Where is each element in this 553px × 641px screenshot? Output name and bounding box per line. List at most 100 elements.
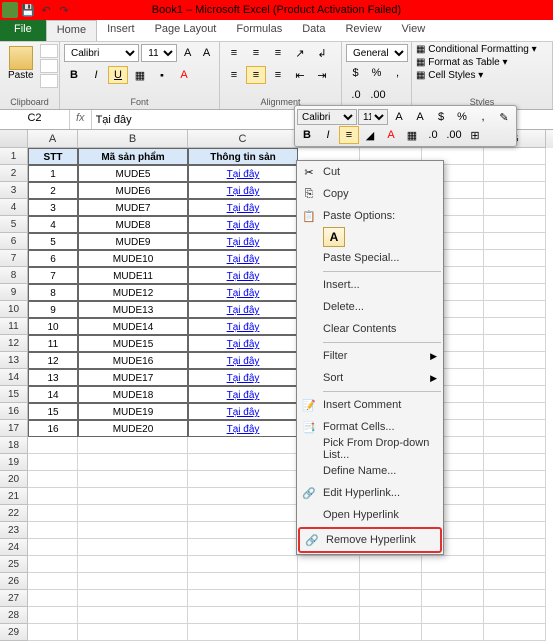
cell-hyperlink[interactable]: Tại đây (188, 216, 298, 233)
cell-hyperlink[interactable]: Tại đây (188, 233, 298, 250)
header-cell-stt[interactable]: STT (28, 148, 78, 165)
cell-product-code[interactable]: MUDE17 (78, 369, 188, 386)
cell-product-code[interactable]: MUDE10 (78, 250, 188, 267)
cell-product-code[interactable]: MUDE11 (78, 267, 188, 284)
cell-stt[interactable]: 7 (28, 267, 78, 284)
row-header[interactable]: 17 (0, 420, 28, 437)
mini-fill-icon[interactable]: ◢ (360, 126, 380, 144)
align-right-icon[interactable]: ≡ (268, 66, 288, 84)
number-format-select[interactable]: General (346, 44, 408, 62)
mini-merge-icon[interactable]: ⊞ (465, 126, 485, 144)
tab-insert[interactable]: Insert (97, 20, 145, 41)
cell-product-code[interactable]: MUDE9 (78, 233, 188, 250)
tab-review[interactable]: Review (335, 20, 391, 41)
row-header[interactable]: 9 (0, 284, 28, 301)
comma-icon[interactable]: , (388, 64, 407, 82)
tab-home[interactable]: Home (46, 20, 97, 41)
font-size-select[interactable]: 11 (141, 44, 177, 62)
cell-stt[interactable]: 13 (28, 369, 78, 386)
tab-view[interactable]: View (392, 20, 436, 41)
bold-button[interactable]: B (64, 66, 84, 84)
orientation-icon[interactable]: ↗ (290, 44, 310, 62)
mini-border-icon[interactable]: ▦ (402, 126, 422, 144)
menu-open-hyperlink[interactable]: Open Hyperlink (297, 504, 443, 526)
mini-bold-icon[interactable]: B (297, 126, 317, 144)
percent-icon[interactable]: % (367, 64, 386, 82)
cell-stt[interactable]: 14 (28, 386, 78, 403)
row-header[interactable]: 29 (0, 624, 28, 641)
tab-file[interactable]: File (0, 20, 46, 41)
cell-styles-button[interactable]: ▦ Cell Styles ▾ (416, 70, 548, 81)
underline-button[interactable]: U (108, 66, 128, 84)
tab-data[interactable]: Data (292, 20, 335, 41)
align-center-icon[interactable]: ≡ (246, 66, 266, 84)
cell-hyperlink[interactable]: Tại đây (188, 369, 298, 386)
cell-stt[interactable]: 11 (28, 335, 78, 352)
cell-product-code[interactable]: MUDE19 (78, 403, 188, 420)
mini-shrink-font-icon[interactable]: A (410, 108, 430, 126)
cell-product-code[interactable]: MUDE18 (78, 386, 188, 403)
save-icon[interactable]: 💾 (20, 2, 36, 18)
mini-format-painter-icon[interactable]: ✎ (494, 108, 514, 126)
redo-icon[interactable]: ↷ (56, 2, 72, 18)
row-header[interactable]: 5 (0, 216, 28, 233)
fill-color-button[interactable]: 🞍 (152, 66, 172, 84)
paste-button[interactable]: Paste (4, 44, 38, 97)
format-as-table-button[interactable]: ▦ Format as Table ▾ (416, 57, 548, 68)
cell-stt[interactable]: 15 (28, 403, 78, 420)
cell-hyperlink[interactable]: Tại đây (188, 318, 298, 335)
row-header[interactable]: 7 (0, 250, 28, 267)
menu-insert-comment[interactable]: 📝Insert Comment (297, 394, 443, 416)
row-header[interactable]: 2 (0, 165, 28, 182)
decrease-indent-icon[interactable]: ⇤ (290, 66, 310, 84)
row-header[interactable]: 25 (0, 556, 28, 573)
cell-stt[interactable]: 10 (28, 318, 78, 335)
excel-icon[interactable] (2, 2, 18, 18)
row-header[interactable]: 26 (0, 573, 28, 590)
increase-decimal-icon[interactable]: .0 (346, 86, 366, 104)
menu-filter[interactable]: Filter▶ (297, 345, 443, 367)
row-header[interactable]: 24 (0, 539, 28, 556)
border-button[interactable]: ▦ (130, 66, 150, 84)
mini-size-select[interactable]: 11 (358, 109, 388, 125)
header-cell-product[interactable]: Mã sản phẩm (78, 148, 188, 165)
cell-stt[interactable]: 16 (28, 420, 78, 437)
cell-product-code[interactable]: MUDE13 (78, 301, 188, 318)
cell-stt[interactable]: 5 (28, 233, 78, 250)
cell-stt[interactable]: 6 (28, 250, 78, 267)
menu-pick-dropdown[interactable]: Pick From Drop-down List... (297, 438, 443, 460)
cell-hyperlink[interactable]: Tại đây (188, 386, 298, 403)
cell-product-code[interactable]: MUDE20 (78, 420, 188, 437)
col-header-C[interactable]: C (188, 130, 298, 148)
row-header[interactable]: 14 (0, 369, 28, 386)
cell-stt[interactable]: 3 (28, 199, 78, 216)
row-header[interactable]: 10 (0, 301, 28, 318)
cell-hyperlink[interactable]: Tại đây (188, 267, 298, 284)
cell-product-code[interactable]: MUDE14 (78, 318, 188, 335)
row-header[interactable]: 8 (0, 267, 28, 284)
mini-decimal2-icon[interactable]: .00 (444, 126, 464, 144)
mini-font-color-icon[interactable]: A (381, 126, 401, 144)
row-header[interactable]: 18 (0, 437, 28, 454)
cell-hyperlink[interactable]: Tại đây (188, 420, 298, 437)
row-header[interactable]: 11 (0, 318, 28, 335)
cell-product-code[interactable]: MUDE5 (78, 165, 188, 182)
align-bottom-icon[interactable]: ≡ (268, 44, 288, 62)
wrap-text-icon[interactable]: ↲ (312, 44, 332, 62)
name-box[interactable]: C2 (0, 110, 70, 129)
shrink-font-icon[interactable]: A (198, 44, 215, 62)
decrease-decimal-icon[interactable]: .00 (368, 86, 388, 104)
row-header[interactable]: 19 (0, 454, 28, 471)
align-middle-icon[interactable]: ≡ (246, 44, 266, 62)
row-header[interactable]: 27 (0, 590, 28, 607)
row-header[interactable]: 15 (0, 386, 28, 403)
cut-button[interactable] (40, 44, 58, 58)
row-header[interactable]: 21 (0, 488, 28, 505)
paste-option-values[interactable]: A (323, 227, 345, 247)
cell-product-code[interactable]: MUDE16 (78, 352, 188, 369)
mini-percent-icon[interactable]: % (452, 108, 472, 126)
undo-icon[interactable]: ↶ (38, 2, 54, 18)
font-name-select[interactable]: Calibri (64, 44, 139, 62)
menu-insert[interactable]: Insert... (297, 274, 443, 296)
menu-clear-contents[interactable]: Clear Contents (297, 318, 443, 340)
